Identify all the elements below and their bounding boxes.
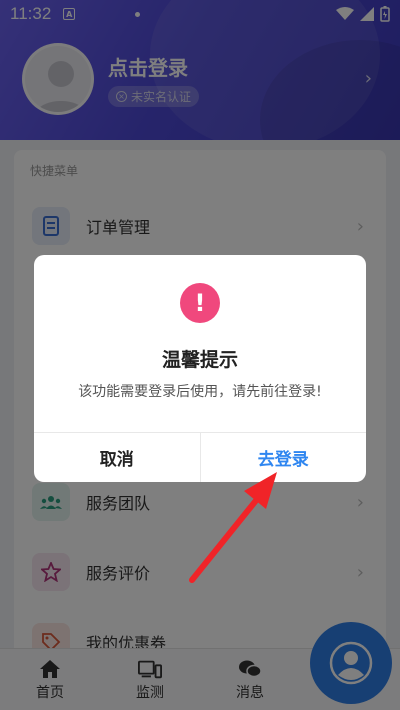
annotation-arrow: [189, 472, 277, 583]
